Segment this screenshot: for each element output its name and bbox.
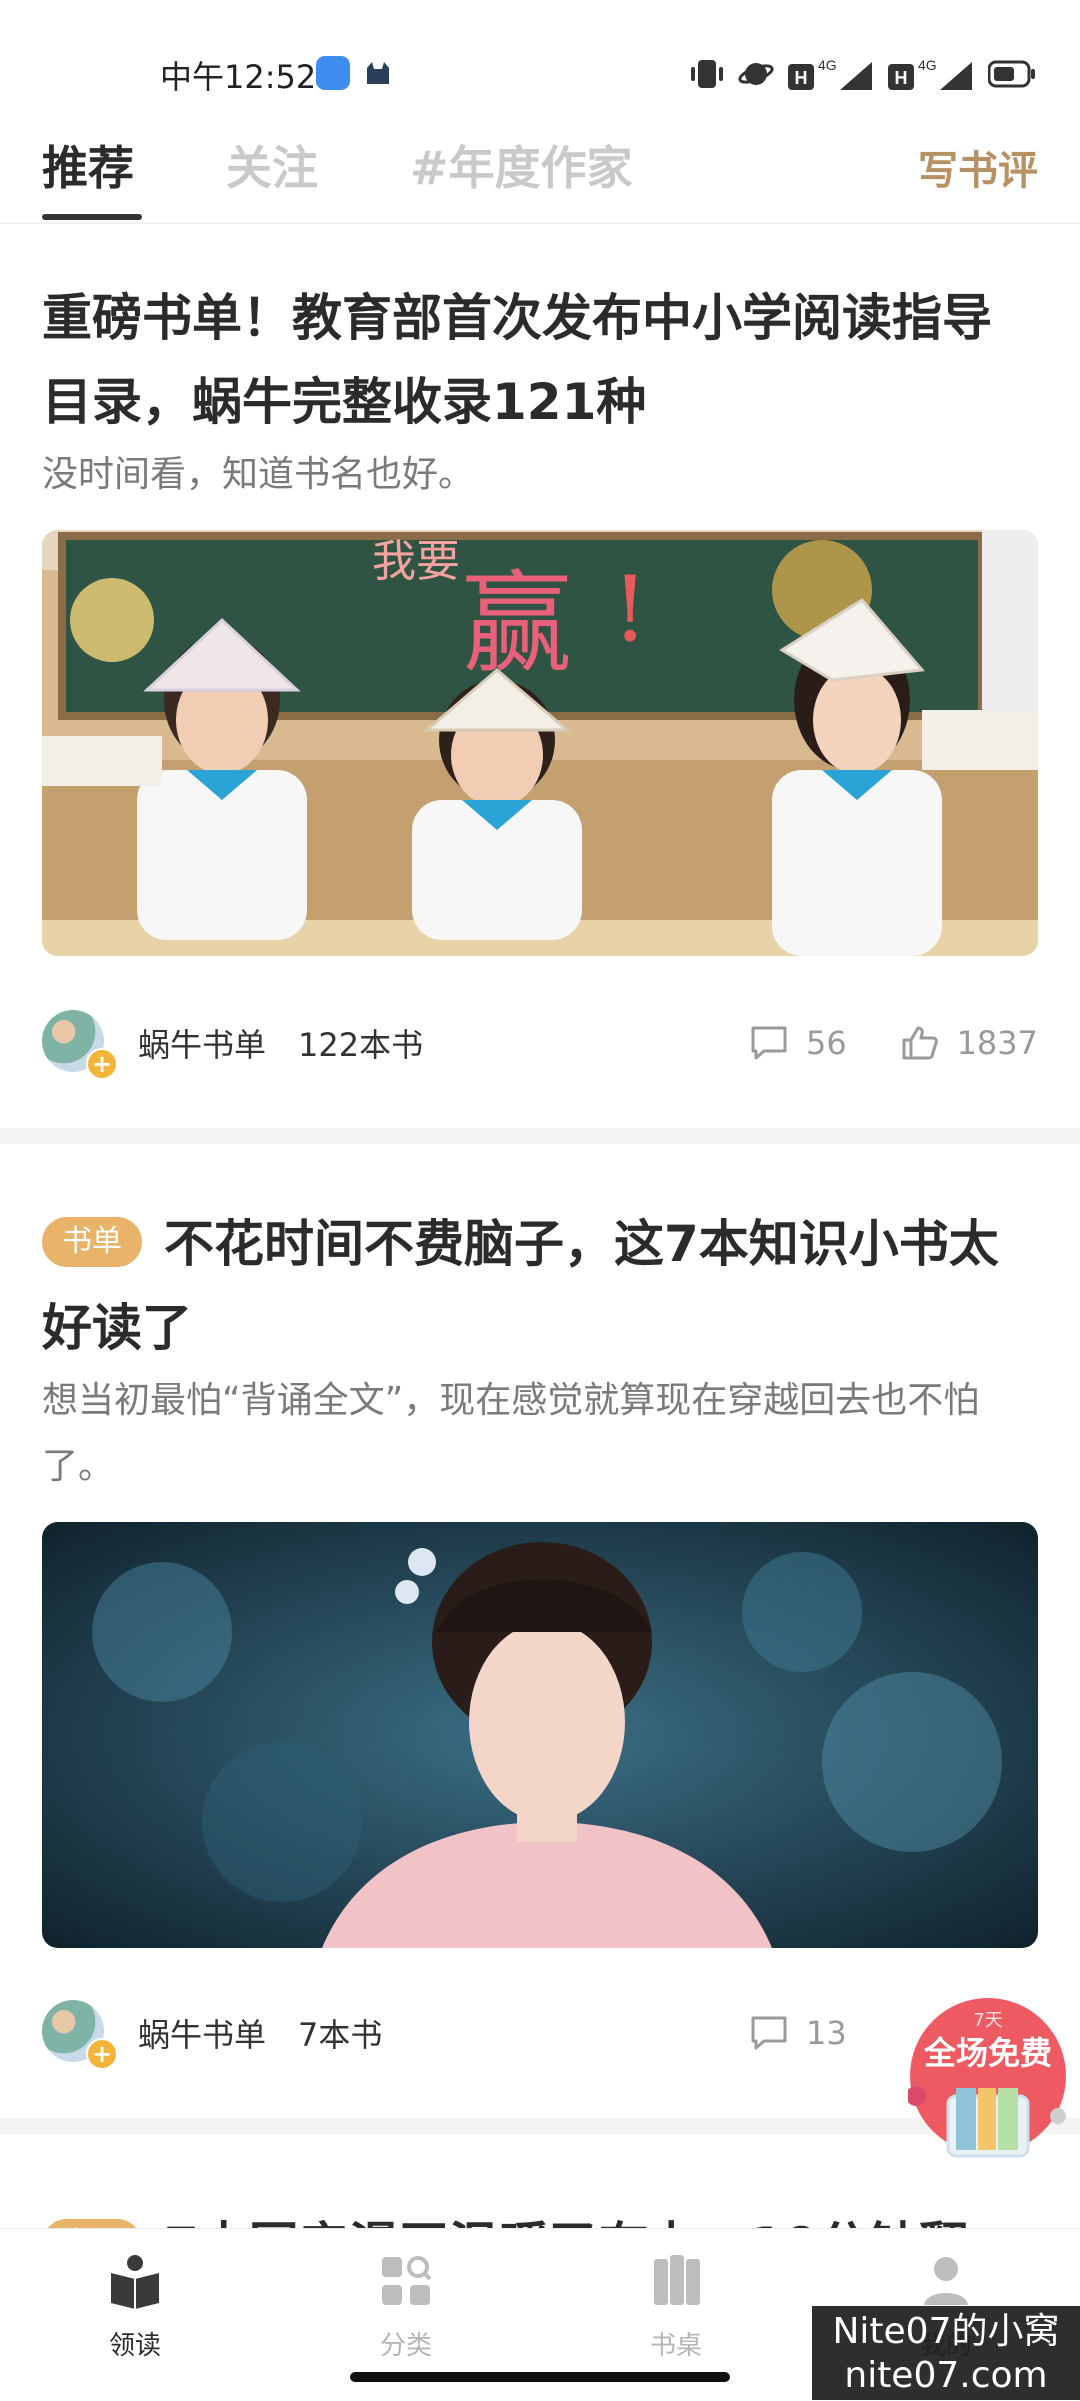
card-title: 书单 7本国产漫画温暖又有力，10分钟翻 (42, 2206, 968, 2228)
card-subtitle: 没时间看，知道书名也好。 (42, 454, 475, 495)
comment-count: 13 (806, 2014, 847, 2052)
booklist-tag: 书单 (42, 1216, 142, 1267)
watermark: Nite07的小窝 nite07.com (812, 2306, 1080, 2400)
svg-text:H: H (895, 68, 908, 88)
active-tab-indicator (42, 214, 142, 220)
like-count: 1837 (956, 1024, 1038, 1062)
nav-item-reading[interactable]: 领读 (55, 2251, 215, 2362)
card-title-text: 7本国产漫画温暖又有力，10分钟翻 (164, 2217, 968, 2228)
top-tabs: 推荐 关注 #年度作家 写书评 (0, 118, 1080, 224)
nav-item-bookshelf[interactable]: 书桌 (596, 2251, 756, 2362)
svg-text:我要: 我要 (372, 536, 460, 587)
nav-label: 领读 (108, 2331, 161, 2361)
book-count: 7本书 (298, 2016, 383, 2054)
book-reading-icon (111, 2255, 159, 2309)
svg-text:!: ! (612, 557, 648, 662)
svg-text:赢: 赢 (462, 560, 572, 688)
write-review-button[interactable]: 写书评 (918, 138, 1038, 196)
watermark-line-2: nite07.com (844, 2355, 1048, 2396)
nav-item-category[interactable]: 分类 (326, 2251, 486, 2362)
author-name[interactable]: 蜗牛书单 (138, 1020, 266, 1066)
card-title[interactable]: 重磅书单！教育部首次发布中小学阅读指导目录，蜗牛完整收录121种 (42, 276, 1022, 444)
app-notification-icon (316, 56, 350, 90)
user-profile-icon (924, 2257, 968, 2305)
bookshelf-icon (654, 2255, 700, 2305)
card-meta: + 蜗牛书单 122本书 56 1837 (42, 1008, 1038, 1080)
status-time: 中午12:52 (160, 58, 317, 96)
booklist-tag: 书单 (42, 2218, 142, 2228)
cat-notification-icon (367, 62, 389, 84)
battery-icon (988, 60, 1035, 88)
orbit-icon (738, 63, 774, 85)
nav-label: 书桌 (649, 2331, 702, 2361)
author-name[interactable]: 蜗牛书单 (138, 2010, 266, 2056)
tab-following[interactable]: 关注 (226, 132, 318, 198)
promo-label: 全场免费 (923, 2034, 1052, 2072)
card-cover-image[interactable]: 我要 赢 ! (42, 530, 1038, 956)
card-cover-image[interactable] (42, 1522, 1038, 1948)
nav-label: 分类 (379, 2331, 432, 2361)
svg-text:H: H (795, 68, 808, 88)
free-promo-badge[interactable]: 7天 全场免费 (906, 1996, 1068, 2176)
comment-button[interactable]: 56 (750, 1018, 847, 1068)
book-count: 122本书 (298, 1026, 424, 1064)
vibrate-icon (691, 60, 723, 88)
comment-icon (751, 1026, 787, 1060)
svg-text:4G: 4G (818, 57, 837, 73)
comment-count: 56 (806, 1024, 847, 1062)
promo-days: 7天 (973, 2010, 1002, 2031)
article-card-3[interactable]: 书单 7本国产漫画温暖又有力，10分钟翻 (0, 2192, 1080, 2228)
thumbs-up-icon (902, 1026, 938, 1060)
category-icon (382, 2256, 432, 2305)
signal-1-icon: H 4G (788, 57, 872, 90)
follow-plus-icon[interactable]: + (86, 1048, 118, 1080)
follow-plus-icon[interactable]: + (86, 2038, 118, 2070)
card-title-text: 不花时间不费脑子，这7本知识小书太好读了 (42, 1215, 999, 1357)
tab-recommend[interactable]: 推荐 (42, 132, 134, 198)
status-icons: H 4G H 4G (690, 54, 1036, 94)
like-button[interactable]: 1837 (901, 1018, 1038, 1068)
card-subtitle: 想当初最怕“背诵全文”，现在感觉就算现在穿越回去也不怕了。 (42, 1380, 980, 1487)
card-title[interactable]: 书单 不花时间不费脑子，这7本知识小书太好读了 (42, 1202, 1022, 1370)
comment-icon (751, 2016, 787, 2050)
tab-annual-writer[interactable]: #年度作家 (410, 132, 633, 198)
watermark-line-1: Nite07的小窝 (832, 2311, 1060, 2352)
card-divider (0, 1128, 1080, 1144)
card-meta: + 蜗牛书单 7本书 13 (42, 1998, 1038, 2070)
signal-2-icon: H 4G (888, 57, 972, 90)
comment-button[interactable]: 13 (750, 2008, 847, 2058)
home-indicator[interactable] (350, 2372, 730, 2382)
svg-text:4G: 4G (918, 57, 937, 73)
